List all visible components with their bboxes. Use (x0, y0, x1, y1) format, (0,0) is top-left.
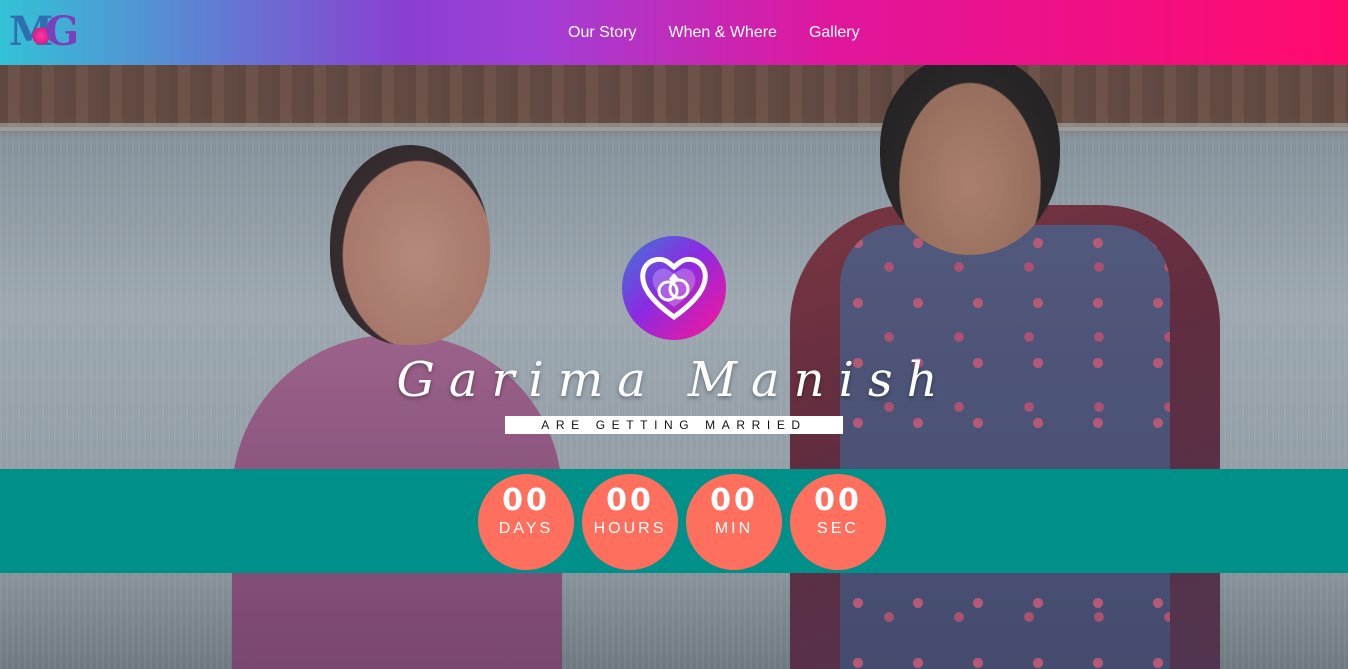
heart-rings-icon-graphic (640, 256, 708, 321)
nav-link-when-where[interactable]: When & Where (652, 0, 792, 65)
countdown-days: 00 DAYS (478, 474, 574, 570)
nav-link-our-story[interactable]: Our Story (552, 0, 652, 65)
seconds-value: 00 (814, 483, 862, 518)
main-nav: Our Story When & Where Gallery (552, 0, 876, 65)
tagline: ARE GETTING MARRIED (505, 416, 843, 434)
hours-value: 00 (606, 483, 654, 518)
minutes-value: 00 (710, 483, 758, 518)
nav-link-gallery[interactable]: Gallery (793, 0, 876, 65)
monogram-logo[interactable]: M G (9, 8, 89, 55)
top-navigation-bar: M G Our Story When & Where Gallery (0, 0, 1348, 65)
seconds-label: SEC (817, 520, 859, 537)
countdown-hours: 00 HOURS (582, 474, 678, 570)
days-label: DAYS (498, 520, 554, 537)
groom-name: Manish (687, 352, 952, 408)
logo-letter-g: G (45, 8, 80, 55)
bride-name: Garima (396, 352, 660, 408)
heart-rings-icon (622, 236, 726, 340)
days-value: 00 (502, 483, 550, 518)
hours-label: HOURS (593, 520, 667, 537)
minutes-label: MIN (714, 520, 754, 537)
countdown-seconds: 00 SEC (790, 474, 886, 570)
couple-names: Garima Manish (397, 346, 944, 414)
countdown-minutes: 00 MIN (686, 474, 782, 570)
